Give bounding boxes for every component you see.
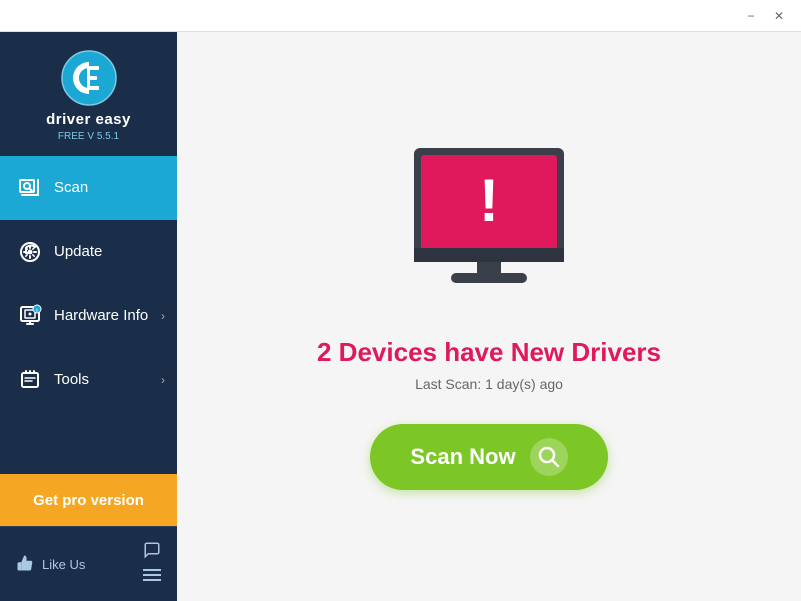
get-pro-button[interactable]: Get pro version [0, 474, 177, 526]
scan-icon [16, 174, 44, 202]
hardware-info-icon: i [16, 302, 44, 330]
hardware-info-chevron-icon: › [161, 309, 165, 323]
sidebar-item-tools[interactable]: Tools › [0, 348, 177, 412]
thumbs-up-icon [16, 554, 34, 575]
main-container: driver easy FREE V 5.5.1 Scan [0, 32, 801, 601]
logo-version: FREE V 5.5.1 [58, 131, 119, 142]
monitor-svg: ! [389, 143, 589, 308]
sidebar-footer: Like Us [0, 526, 177, 601]
tools-icon [16, 366, 44, 394]
sidebar-item-update-label: Update [54, 243, 102, 260]
sidebar-item-scan-label: Scan [54, 179, 88, 196]
like-us-label: Like Us [42, 557, 85, 572]
chat-icon[interactable] [143, 541, 161, 564]
close-button[interactable]: ✕ [765, 5, 793, 27]
menu-icon[interactable] [143, 568, 161, 587]
footer-action-icons [143, 541, 161, 587]
update-icon [16, 238, 44, 266]
scan-now-label: Scan Now [410, 444, 515, 470]
last-scan-text: Last Scan: 1 day(s) ago [415, 376, 563, 392]
sidebar-item-hardware-info[interactable]: i Hardware Info › [0, 284, 177, 348]
logo-text: driver easy [46, 112, 131, 129]
sidebar: driver easy FREE V 5.5.1 Scan [0, 32, 177, 601]
app-logo-icon [61, 50, 117, 106]
sidebar-item-update[interactable]: Update [0, 220, 177, 284]
status-headline: 2 Devices have New Drivers [317, 337, 661, 368]
scan-now-search-icon [530, 438, 568, 476]
sidebar-item-scan[interactable]: Scan [0, 156, 177, 220]
scan-now-button[interactable]: Scan Now [370, 424, 607, 490]
titlebar: − ✕ [0, 0, 801, 32]
sidebar-item-hardware-info-label: Hardware Info [54, 307, 148, 324]
minimize-button[interactable]: − [737, 5, 765, 27]
main-content: ! 2 Devices have New Drivers Last Scan: … [177, 32, 801, 601]
sidebar-nav: Scan Update [0, 156, 177, 475]
svg-text:!: ! [479, 167, 499, 234]
logo-area: driver easy FREE V 5.5.1 [0, 32, 177, 156]
sidebar-item-tools-label: Tools [54, 371, 89, 388]
like-us-button[interactable]: Like Us [16, 554, 85, 575]
monitor-illustration: ! [389, 143, 589, 313]
tools-chevron-icon: › [161, 373, 165, 387]
